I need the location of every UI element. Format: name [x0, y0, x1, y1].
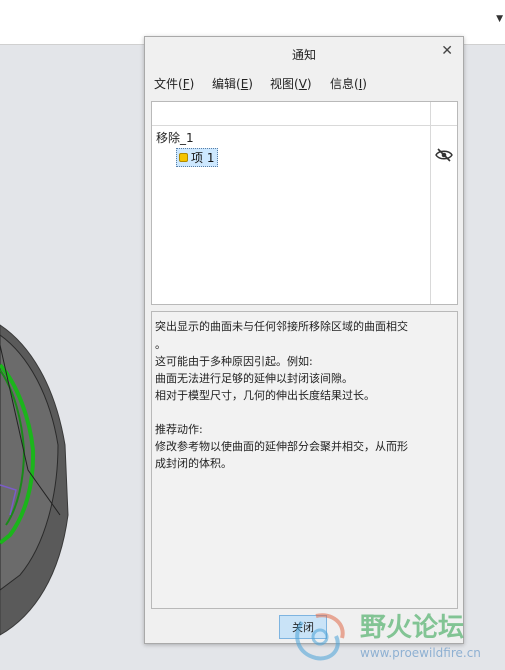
column-divider	[430, 102, 431, 304]
message-line: 。	[155, 338, 166, 351]
forum-watermark-logo: 野火论坛 www.proewildfire.cn	[295, 613, 481, 661]
tree-item-remove[interactable]: 移除_1	[156, 129, 194, 146]
dialog-titlebar[interactable]: 通知 ✕	[145, 37, 463, 69]
part-model	[0, 324, 69, 636]
notification-tree[interactable]: 移除_1 项 1	[151, 101, 458, 305]
menu-info[interactable]: 信息(I)	[330, 75, 367, 92]
tree-item-child-label: 项 1	[191, 151, 215, 165]
svg-text:www.proewildfire.cn: www.proewildfire.cn	[360, 646, 481, 660]
close-icon[interactable]: ✕	[441, 43, 453, 59]
tree-item-child[interactable]: 项 1	[176, 148, 219, 167]
menu-view[interactable]: 视图(V)	[270, 75, 312, 92]
menu-edit[interactable]: 编辑(E)	[212, 75, 253, 92]
menu-bar: 文件(F) 编辑(E) 视图(V) 信息(I)	[145, 75, 463, 95]
message-line: 这可能由于多种原因引起。例如:	[155, 355, 313, 368]
warning-dot-icon	[179, 153, 188, 162]
message-line: 曲面无法进行足够的延伸以封闭该间隙。	[155, 372, 353, 385]
eye-hidden-icon[interactable]	[435, 148, 453, 162]
tree-header	[152, 102, 457, 126]
svg-text:野火论坛: 野火论坛	[360, 613, 464, 643]
message-line: 推荐动作:	[155, 423, 203, 436]
message-line: 相对于模型尺寸，几何的伸出长度结果过长。	[155, 389, 375, 402]
menu-file[interactable]: 文件(F)	[154, 75, 194, 92]
message-line: 成封闭的体积。	[155, 457, 232, 470]
message-text-area[interactable]: 突出显示的曲面未与任何邻接所移除区域的曲面相交 。 这可能由于多种原因引起。例如…	[151, 311, 458, 609]
message-line: 突出显示的曲面未与任何邻接所移除区域的曲面相交	[155, 320, 408, 333]
dropdown-caret-icon[interactable]: ▼	[496, 14, 503, 24]
dialog-title: 通知	[291, 48, 316, 62]
notification-dialog: 通知 ✕ 文件(F) 编辑(E) 视图(V) 信息(I) 移除_1 项 1 突出…	[144, 36, 464, 644]
message-line: 修改参考物以使曲面的延伸部分会聚并相交，从而形	[155, 440, 408, 453]
